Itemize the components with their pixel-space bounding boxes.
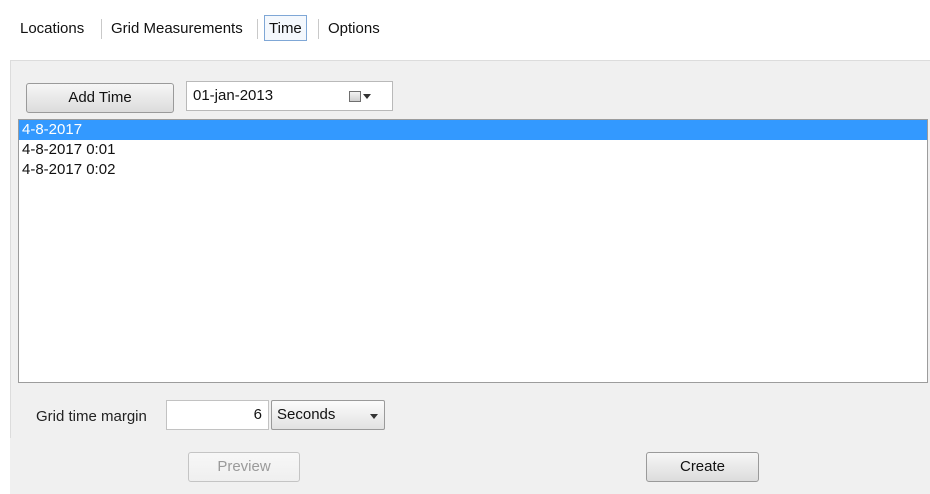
- tab-separator: [257, 19, 258, 39]
- tab-time[interactable]: Time: [264, 15, 307, 41]
- time-panel: Add Time 01-jan-2013 4-8-2017 4-8-2017 0…: [10, 60, 930, 439]
- time-unit-select[interactable]: Seconds: [271, 400, 385, 430]
- add-time-button[interactable]: Add Time: [26, 83, 174, 113]
- time-settings-window: Locations Grid Measurements Time Options…: [0, 0, 930, 494]
- calendar-icon[interactable]: [349, 91, 361, 102]
- footer-bar: Preview Create: [10, 438, 930, 494]
- tab-bar: Locations Grid Measurements Time Options: [0, 0, 930, 56]
- chevron-down-icon[interactable]: [370, 414, 378, 419]
- date-value: 01-jan-2013: [193, 87, 274, 104]
- grid-time-margin-input[interactable]: 6: [166, 400, 269, 430]
- chevron-down-icon[interactable]: [363, 94, 371, 99]
- create-button[interactable]: Create: [646, 452, 759, 482]
- tab-locations[interactable]: Locations: [20, 16, 84, 42]
- tab-separator: [318, 19, 319, 39]
- time-unit-value: Seconds: [277, 406, 336, 423]
- tab-options[interactable]: Options: [328, 16, 380, 42]
- list-item[interactable]: 4-8-2017 0:01: [19, 140, 927, 160]
- time-list[interactable]: 4-8-2017 4-8-2017 0:01 4-8-2017 0:02: [18, 119, 928, 383]
- date-picker[interactable]: 01-jan-2013: [186, 81, 393, 111]
- list-item[interactable]: 4-8-2017: [19, 120, 927, 140]
- list-item[interactable]: 4-8-2017 0:02: [19, 160, 927, 180]
- grid-time-margin-label: Grid time margin: [36, 408, 147, 425]
- tab-separator: [101, 19, 102, 39]
- preview-button[interactable]: Preview: [188, 452, 300, 482]
- tab-grid-measurements[interactable]: Grid Measurements: [111, 16, 243, 42]
